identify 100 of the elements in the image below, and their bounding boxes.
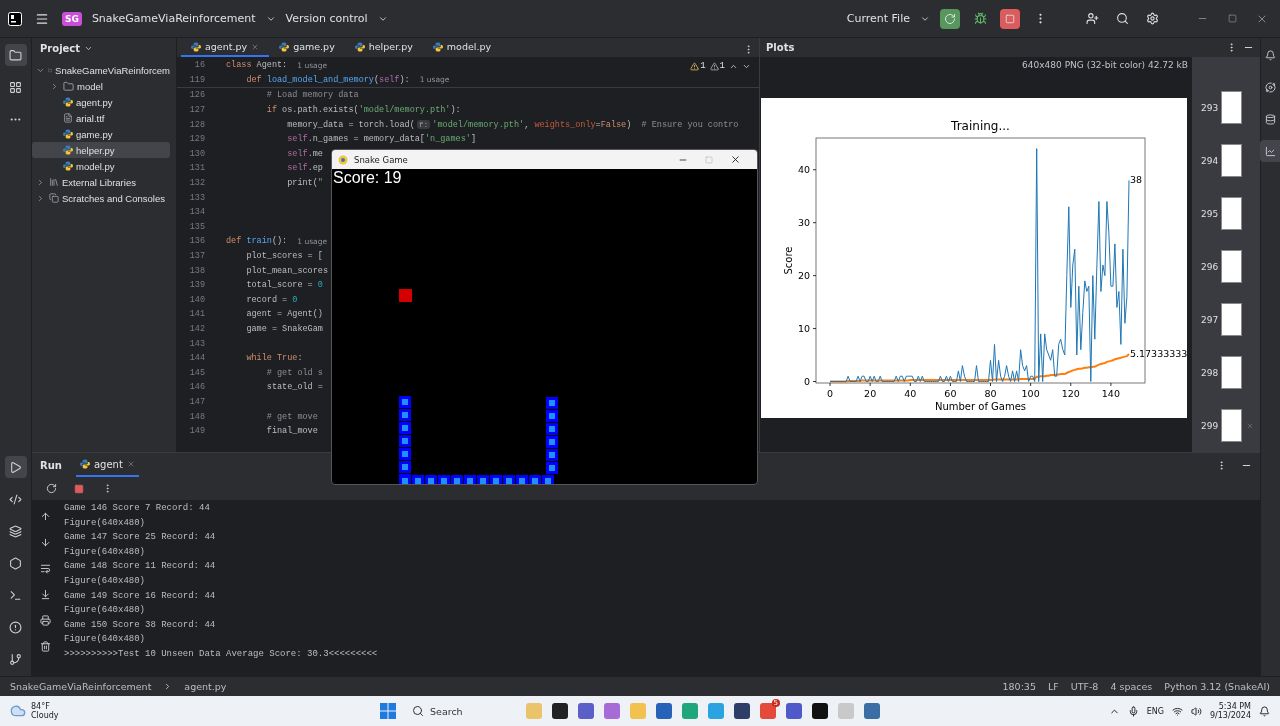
close-icon [729,154,741,165]
interpreter-selector[interactable]: Python 3.12 (SnakeAI) [1164,681,1270,692]
app-icon[interactable] [552,703,568,719]
plot-thumbnail[interactable] [1221,197,1242,230]
python-file-icon [63,129,73,139]
warning-count[interactable]: 1 [700,61,706,71]
line-number: 134 [188,207,205,218]
breadcrumb[interactable]: agent.py [184,681,227,692]
code-text: Agent: [255,60,288,71]
windows-start-icon[interactable] [380,703,396,719]
rerun-icon [45,483,57,494]
code-text: False [600,119,627,130]
editor-tab[interactable]: model.py [422,38,502,57]
x-tick: 0 [827,382,834,399]
tree-item[interactable]: helper.py [32,142,170,158]
indent-setting[interactable]: 4 spaces [1110,681,1153,692]
tree-item[interactable]: game.py [32,126,170,142]
plot-thumbnail[interactable] [1221,303,1242,336]
python-file-icon [79,459,90,469]
pygame-icon [338,154,348,165]
line-number: 146 [188,382,205,393]
line-separator[interactable]: LF [1047,681,1059,692]
tree-item[interactable]: model.py [32,158,170,174]
code-text: # Load memory data [265,90,359,101]
folder-icon [63,80,74,92]
tree-item[interactable]: SnakeGameViaReinforcem [32,62,170,78]
breadcrumb[interactable]: SnakeGameViaReinforcement [10,681,152,692]
code-text: total_score = [245,280,314,291]
thumbnail-number: 298 [1201,367,1217,378]
clock-time[interactable]: 5:34 PM [1218,702,1251,711]
plots-tool-icon [1265,145,1276,157]
bug-icon [973,12,987,25]
structure-icon [9,80,22,94]
warning-count[interactable]: 1 [719,61,725,71]
scroll-up-icon [39,510,51,522]
plots-tool-button[interactable] [1259,140,1280,162]
x-tick: 140 [1101,382,1120,399]
x-tick: 40 [904,382,917,399]
app-icon[interactable] [812,703,828,719]
file-encoding[interactable]: UTF-8 [1070,681,1099,692]
line-number: 130 [188,148,205,159]
app-icon[interactable] [734,703,750,719]
clock-date[interactable]: 9/13/2024 [1209,711,1251,720]
tree-item[interactable]: arial.ttf [32,110,170,126]
x-tick-label: 80 [984,388,997,399]
plot-thumbnail[interactable] [1221,409,1242,442]
plot-thumbnail[interactable] [1221,356,1242,389]
run-config-selector[interactable]: Current File [846,12,910,25]
line-number: 147 [188,396,205,407]
console-line: Figure(640x480) [64,575,145,586]
code-text: # Ensure you contro [641,119,739,130]
language-indicator[interactable]: ENG [1146,706,1164,716]
clear-icon [39,640,51,652]
close-icon [1246,421,1254,430]
plot-thumbnail[interactable] [1221,144,1242,177]
code-text: print( [286,178,318,189]
volume-icon [1190,705,1202,717]
rerun-button[interactable] [940,8,960,29]
code-text: , [524,119,531,130]
image-info: 640x480 PNG (32-bit color) 42.72 kB [1022,60,1188,70]
editor-tab[interactable]: helper.py [344,38,423,57]
panel-title[interactable]: Project [40,42,81,54]
thumbnail-number: 295 [1201,208,1217,219]
y-tick-label: 30 [797,217,810,229]
editor-tab[interactable]: game.py [269,38,345,57]
python-file-icon [432,41,443,52]
project-tool-button[interactable] [4,44,27,66]
x-tick: 120 [1061,382,1080,399]
tree-item[interactable]: agent.py [32,94,170,110]
scroll-to-end-icon [39,588,51,600]
rerun-icon [944,12,956,25]
project-switcher[interactable]: SnakeGameViaReinforcement [91,12,256,25]
tree-item[interactable]: Scratches and Consoles [32,190,170,206]
x-tick: 80 [984,382,997,399]
code-text: .n_games = memory_data[ [307,134,425,145]
line-number: 140 [188,294,205,305]
code-text: 'model/memory.pth' [432,119,525,130]
plot-thumbnail[interactable] [1221,250,1242,283]
code-text: = [595,119,601,130]
close-icon [126,460,135,468]
code-text: # get old s [265,367,323,378]
tree-item[interactable]: model [32,78,170,94]
code-text: ) [626,119,633,130]
tree-item[interactable]: External Libraries [32,174,170,190]
taskbar-search[interactable]: Search [406,700,516,722]
problems-icon [9,620,22,634]
stop-button[interactable] [1000,8,1020,29]
microphone-icon [1127,705,1139,717]
code-text: self [379,74,400,85]
plot-thumbnail[interactable] [1221,91,1242,124]
run-button[interactable] [4,456,27,478]
code-text: ): [399,74,410,85]
warning-icon [709,61,719,71]
code-text: " [317,178,323,189]
code-text: 0 [317,280,323,291]
caret-position[interactable]: 180:35 [1002,681,1036,692]
vcs-menu[interactable]: Version control [285,12,368,25]
python-file-icon [191,41,201,52]
cloud-icon [10,703,26,719]
x-axis-label: Number of Games [934,401,1027,412]
